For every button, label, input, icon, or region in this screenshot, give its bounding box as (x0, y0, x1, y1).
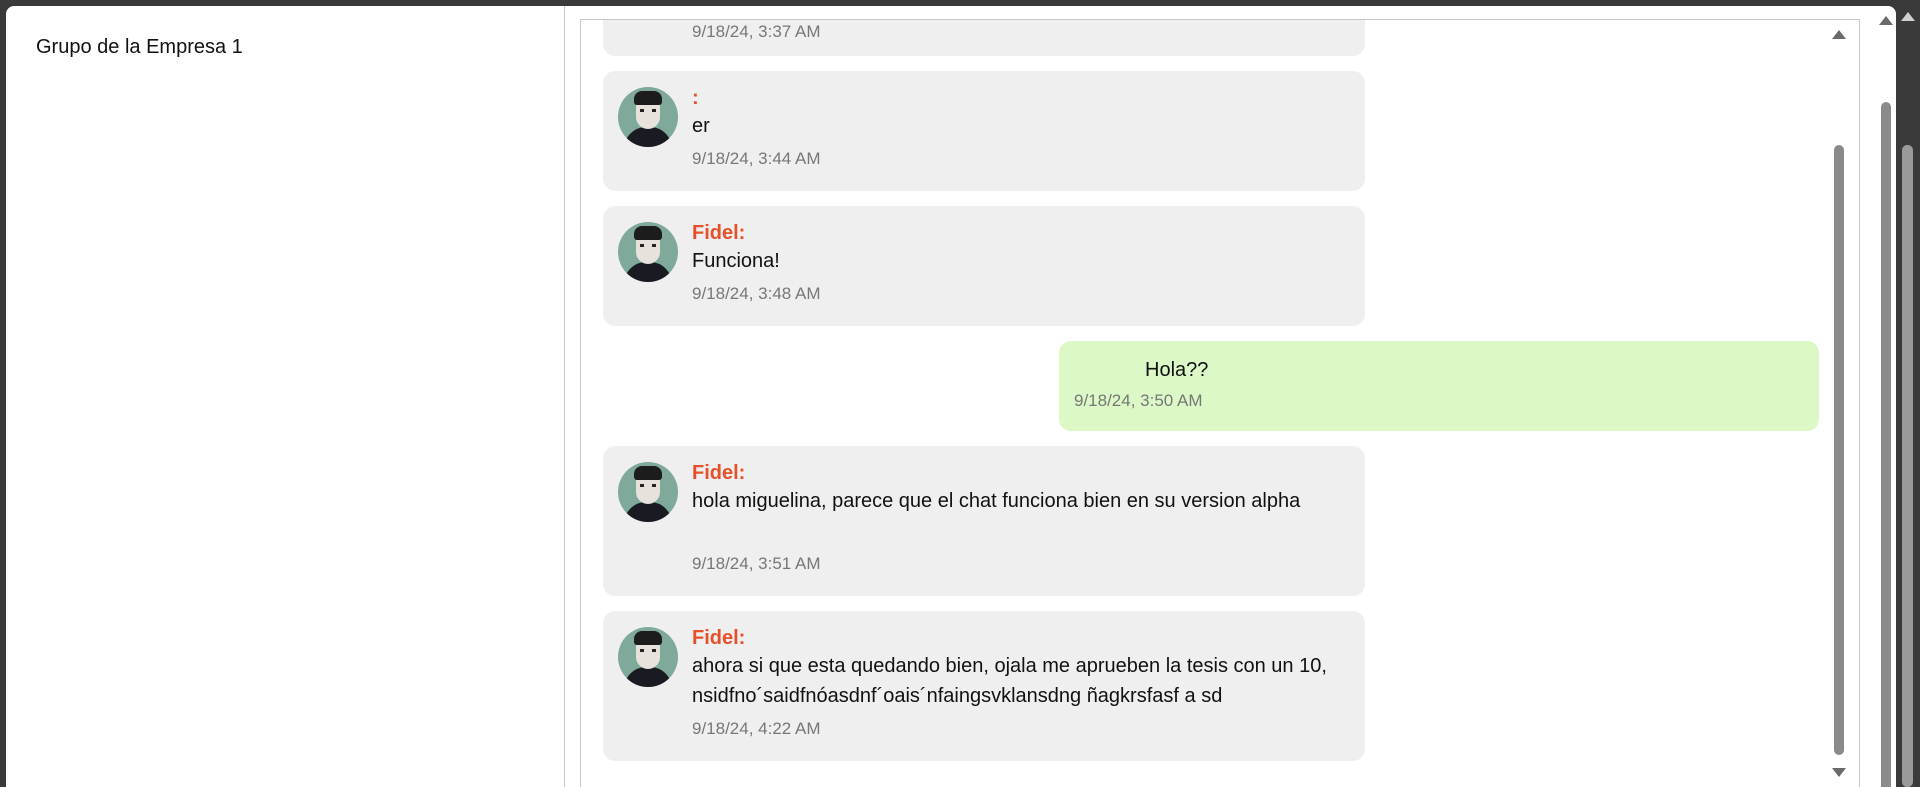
message-timestamp: 9/18/24, 3:51 AM (692, 554, 821, 573)
sender-name: : (692, 87, 699, 109)
sender-avatar[interactable] (618, 222, 678, 282)
sender-name: Fidel: (692, 462, 746, 484)
sender-avatar[interactable] (618, 627, 678, 687)
dialog-scrollbar[interactable] (1876, 6, 1896, 787)
message-text: hola miguelina, parece que el chat funci… (692, 490, 1301, 512)
sender-avatar[interactable] (618, 87, 678, 147)
message-timestamp: 9/18/24, 4:22 AM (692, 719, 821, 738)
chat-message: Fidel: ahora si que esta quedando bien, … (603, 611, 1365, 761)
group-title[interactable]: Grupo de la Empresa 1 (36, 36, 243, 59)
sender-name: Fidel: (692, 627, 746, 649)
own-chat-message: Hola?? 9/18/24, 3:50 AM (1059, 341, 1819, 431)
scroll-down-arrow-icon[interactable] (1832, 768, 1846, 777)
message-text: ahora si que esta quedando bien, ojala m… (692, 655, 1327, 707)
scrollbar-thumb[interactable] (1881, 102, 1891, 787)
scroll-up-arrow-icon[interactable] (1879, 16, 1893, 25)
page-scrollbar[interactable] (1896, 0, 1920, 787)
chat-message: : er 9/18/24, 3:44 AM (603, 71, 1365, 191)
message-timestamp: 9/18/24, 3:48 AM (692, 284, 821, 303)
sender-name: Fidel: (692, 222, 746, 244)
scrollbar-thumb[interactable] (1902, 145, 1913, 787)
message-text: er (692, 115, 710, 137)
chat-message: Fidel: hola miguelina, parece que el cha… (603, 446, 1365, 596)
chat-messages-panel: 9/18/24, 3:37 AM : er 9/18/24, 3:44 AM F… (580, 19, 1860, 787)
chat-message: 9/18/24, 3:37 AM (603, 20, 1365, 56)
message-timestamp: 9/18/24, 3:50 AM (1074, 391, 1203, 410)
messages-scrollbar[interactable] (1829, 20, 1849, 787)
scrollbar-thumb[interactable] (1834, 145, 1844, 755)
chat-message: Fidel: Funciona! 9/18/24, 3:48 AM (603, 206, 1365, 326)
message-text: Hola?? (1145, 359, 1209, 381)
scroll-up-arrow-icon[interactable] (1901, 12, 1915, 21)
scroll-up-arrow-icon[interactable] (1832, 30, 1846, 39)
sender-avatar[interactable] (618, 462, 678, 522)
message-text: Funciona! (692, 250, 780, 272)
message-timestamp: 9/18/24, 3:44 AM (692, 149, 821, 168)
group-sidebar: Grupo de la Empresa 1 (6, 6, 565, 787)
app-window: Grupo de la Empresa 1 9/18/24, 3:37 AM :… (6, 6, 1896, 787)
message-timestamp: 9/18/24, 3:37 AM (692, 22, 821, 41)
